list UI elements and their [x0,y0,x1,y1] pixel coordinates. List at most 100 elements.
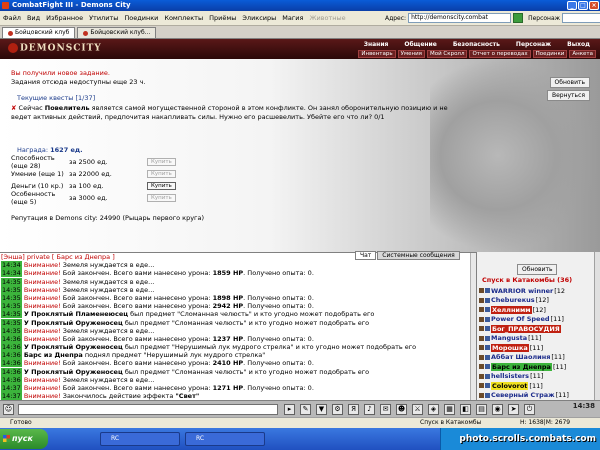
close-button[interactable]: × [589,1,599,10]
player-row[interactable]: Аббат Шаолиня [11] [479,353,597,363]
player-name[interactable]: hellsisters [491,372,529,380]
settings-icon[interactable]: ⚙ [332,404,343,415]
nav-knowledge[interactable]: Знания [364,41,389,48]
private-chat-icon[interactable] [479,335,484,341]
players-refresh-button[interactable]: Обновить [517,264,558,275]
player-row[interactable]: Барс из Днепра [11] [479,362,597,372]
start-button[interactable]: пуск [0,429,48,449]
player-name[interactable]: WARRIOR winner [491,287,553,295]
nav-profile[interactable]: Анкета [569,50,596,58]
private-chat-icon[interactable] [479,307,484,313]
filter-icon[interactable]: ▼ [316,404,327,415]
player-row[interactable]: Бог_ПРАВОСУДИЯ [479,324,597,334]
player-name[interactable]: Chebureкus [491,296,535,304]
player-row[interactable]: Colovorot [11] [479,381,597,391]
chat-actor[interactable]: Барс из Днепра [24,351,83,359]
people-icon[interactable]: ☻ [396,404,407,415]
menu-item-fights[interactable]: Поединки [121,14,161,22]
menu-item-view[interactable]: Вид [24,14,43,22]
nav-my-scroll[interactable]: Мой Скролл [426,50,468,58]
refresh-button[interactable]: Обновить [549,77,590,88]
tab-fight-club-2[interactable]: Бойцовский клуб... [77,27,157,38]
menu-item-sets[interactable]: Комплекты [161,14,206,22]
private-chat-icon[interactable] [479,364,484,370]
nav-exit[interactable]: Выход [567,41,590,48]
map-icon[interactable]: ▦ [444,404,455,415]
cross-icon[interactable]: ✘ [11,104,16,112]
player-row[interactable]: Хеллнимм [12] [479,305,597,315]
player-name[interactable]: Аббат Шаолиня [491,353,550,361]
player-row[interactable]: Морошка [11] [479,343,597,353]
player-name[interactable]: Северный Страж [491,391,555,399]
player-name[interactable]: Хеллнимм [491,305,532,314]
chat-actor[interactable]: У Проклятый Оруженосец [24,319,123,327]
taskbar-item[interactable]: RC [100,432,180,446]
players-scrollbar[interactable] [594,252,600,400]
nav-inventory[interactable]: Инвентарь [358,50,396,58]
menu-item-techniques[interactable]: Приёмы [206,14,239,22]
current-quests-title[interactable]: Текущие квесты [1/37] [17,94,451,102]
fight-icon[interactable]: ⚔ [412,404,423,415]
menu-item-elixirs[interactable]: Эликсиры [239,14,279,22]
private-chat-icon[interactable] [479,326,484,332]
arrow-icon[interactable]: ➤ [508,404,519,415]
chat-actor[interactable]: У Проклятый Оруженосец [24,368,123,376]
person-input[interactable] [562,13,600,23]
tab-fight-club[interactable]: Бойцовский клуб [2,27,76,38]
bag-icon[interactable]: ◧ [460,404,471,415]
private-chat-icon[interactable] [479,392,484,398]
nav-character[interactable]: Персонаж [516,41,551,48]
buy-button[interactable]: Купить [147,181,176,190]
nav-communication[interactable]: Общение [404,41,436,48]
player-row[interactable]: Power Of Speed [11] [479,315,597,325]
nav-fights[interactable]: Поединки [532,50,568,58]
player-name[interactable]: Colovorot [491,381,529,390]
minimize-button[interactable]: _ [567,1,577,10]
player-name[interactable]: Power Of Speed [491,315,550,323]
send-icon[interactable]: ▸ [284,404,295,415]
tab-chat[interactable]: Чат [355,251,377,260]
buy-button[interactable]: Купить [147,157,176,166]
player-row[interactable]: Mangusta [11] [479,334,597,344]
smile-icon[interactable]: ☺ [3,404,14,415]
private-chat-icon[interactable] [479,383,484,389]
player-row[interactable]: Северный Страж [11] [479,391,597,401]
menu-item-utilities[interactable]: Утилиты [86,14,121,22]
private-icon[interactable]: ✉ [380,404,391,415]
private-chat-icon[interactable] [479,316,484,322]
power-icon[interactable]: ⏻ [524,404,535,415]
shield-icon[interactable]: ◈ [428,404,439,415]
chat-actor[interactable]: У Проклятый Пламенеюсец [24,310,128,318]
player-name[interactable]: Барс из Днепра [491,362,552,371]
clear-icon[interactable]: ✎ [300,404,311,415]
back-button[interactable]: Вернуться [546,90,590,101]
menu-item-magic[interactable]: Магия [279,14,306,22]
private-chat-icon[interactable] [479,354,484,360]
buy-button[interactable]: Купить [147,169,176,178]
buy-button[interactable]: Купить [147,193,176,202]
chat-input[interactable] [18,404,278,415]
player-row[interactable]: hellsisters [11] [479,372,597,382]
go-button[interactable] [513,13,524,23]
menu-item-favorites[interactable]: Избранное [43,14,86,22]
private-chat-icon[interactable] [479,297,484,303]
player-row[interactable]: WARRIOR winner [12 [479,286,597,296]
scroll-icon[interactable]: ▤ [476,404,487,415]
chat-actor[interactable]: У Проклятый Оруженосец [24,343,123,351]
taskbar-item[interactable]: RC [185,432,265,446]
nav-security[interactable]: Безопасность [453,41,500,48]
private-chat-icon[interactable] [479,288,484,294]
potion-icon[interactable]: ◉ [492,404,503,415]
chat-log[interactable]: [Энша] private [ Барс из Днепра ] 14:34 … [0,252,476,400]
nav-skills[interactable]: Умения [397,50,425,58]
player-name[interactable]: Бог_ПРАВОСУДИЯ [491,324,561,333]
translit-icon[interactable]: Я [348,404,359,415]
private-chat-icon[interactable] [479,345,484,351]
private-chat-icon[interactable] [479,373,484,379]
player-name[interactable]: Mangusta [491,334,527,342]
menu-item-file[interactable]: Файл [0,14,24,22]
player-row[interactable]: Chebureкus [12] [479,296,597,306]
player-name[interactable]: Морошка [491,343,529,352]
maximize-button[interactable]: □ [578,1,588,10]
tab-system-messages[interactable]: Системные сообщения [377,251,460,260]
